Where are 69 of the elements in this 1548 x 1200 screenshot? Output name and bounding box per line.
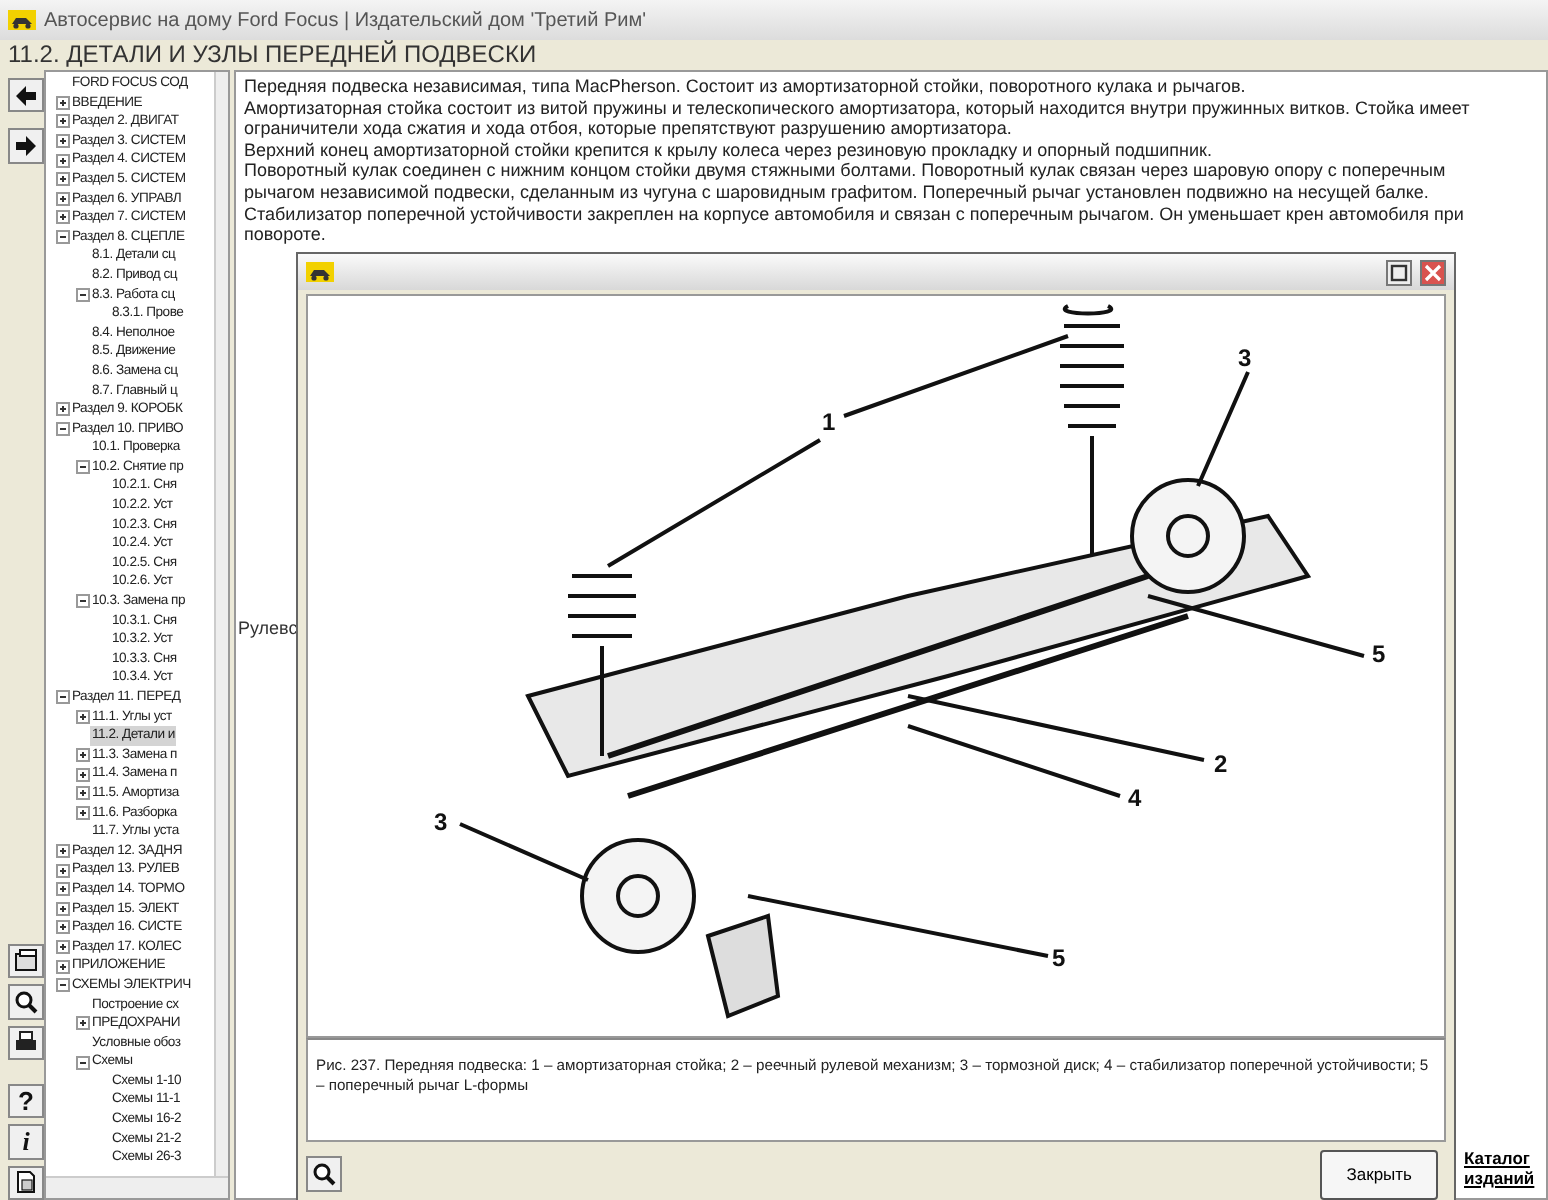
document-icon: [12, 1168, 40, 1197]
expand-toggle-icon[interactable]: [55, 114, 69, 129]
maximize-button[interactable]: [1386, 259, 1412, 285]
callout-number: 1: [822, 406, 836, 440]
expand-toggle-icon[interactable]: [75, 767, 89, 782]
paragraph: Верхний конец амортизаторной стойки крепится к крылу колеса через резиновую прокладку и опорный подшипник.: [244, 139, 1214, 161]
expand-toggle-icon[interactable]: [55, 402, 69, 417]
expand-toggle-icon[interactable]: [55, 95, 69, 110]
callout-number: 3: [1238, 342, 1252, 376]
search-button[interactable]: [8, 984, 44, 1019]
car-icon: [8, 10, 36, 30]
page-heading: 11.2. ДЕТАЛИ И УЗЛЫ ПЕРЕДНЕЙ ПОДВЕСКИ: [8, 40, 537, 68]
paragraph: Передняя подвеска независимая, типа MacPherson. Состоит из амортизаторной стойки, поворотного кулака и рычагов.: [244, 76, 1248, 98]
paragraph: Амортизаторная стойка состоит из витой пружины и телескопического амортизатора, который находится внутри пружинных витков. Стойка имеет ограничители хода сжатия и хода отбоя, которые препятствуют разрушению амортизатора.: [244, 97, 1472, 140]
expand-toggle-icon[interactable]: [55, 940, 69, 955]
expand-toggle-icon[interactable]: [55, 153, 69, 168]
close-button[interactable]: Закрыть: [1320, 1150, 1438, 1200]
expand-toggle-icon[interactable]: [55, 191, 69, 206]
collapse-toggle-icon[interactable]: [75, 460, 89, 475]
collapse-toggle-icon[interactable]: [55, 978, 69, 993]
paragraph: Поворотный кулак соединен с нижним концом стойки двумя стяжными болтами. Поворотный кулак связан через шаровую опору с поперечным рычагом независимой подвески, сделанным из чугуна с шаровидным графитом. Поперечный рычаг установлен подвижно на несущей балке.: [244, 160, 1448, 204]
search-icon: [310, 1160, 338, 1189]
car-icon: [306, 262, 334, 282]
collapse-toggle-icon[interactable]: [75, 1055, 89, 1070]
expand-toggle-icon[interactable]: [75, 1016, 89, 1031]
expand-toggle-icon[interactable]: [75, 748, 89, 763]
expand-toggle-icon[interactable]: [55, 844, 69, 859]
catalog-link[interactable]: Каталог изданий: [1464, 1148, 1540, 1188]
search-icon: [12, 987, 40, 1016]
maximize-icon: [1390, 263, 1408, 281]
vertical-scrollbar[interactable]: [214, 72, 228, 1176]
print-button[interactable]: [8, 1025, 44, 1060]
close-icon: [1424, 263, 1442, 281]
callout-number: 3: [434, 806, 448, 840]
expand-toggle-icon[interactable]: [75, 786, 89, 801]
horizontal-scrollbar[interactable]: [46, 1176, 228, 1198]
info-button[interactable]: i: [8, 1124, 44, 1160]
document-button[interactable]: [8, 1165, 44, 1200]
back-arrow-icon: [12, 81, 40, 110]
expand-toggle-icon[interactable]: [55, 901, 69, 916]
expand-toggle-icon[interactable]: [75, 805, 89, 820]
close-button[interactable]: [1420, 259, 1446, 285]
expand-toggle-icon[interactable]: [55, 882, 69, 897]
expand-toggle-icon[interactable]: [55, 959, 69, 974]
expand-toggle-icon[interactable]: [55, 863, 69, 878]
collapse-toggle-icon[interactable]: [55, 421, 69, 436]
collapse-toggle-icon[interactable]: [75, 594, 89, 609]
expand-toggle-icon[interactable]: [55, 210, 69, 225]
body-text: Рулевс: [238, 616, 298, 642]
forward-button[interactable]: [8, 128, 44, 164]
callout-number: 2: [1214, 748, 1228, 782]
callout-number: 4: [1128, 782, 1142, 816]
folder-icon: [12, 946, 40, 975]
collapse-toggle-icon[interactable]: [75, 287, 89, 302]
expand-toggle-icon[interactable]: [55, 134, 69, 149]
callout-number: 5: [1372, 638, 1386, 672]
help-button[interactable]: ?: [8, 1083, 44, 1119]
paragraph: Стабилизатор поперечной устойчивости закреплен на корпусе автомобиля и связан с поперечным рычагом. Он уменьшает крен автомобиля при повороте.: [244, 203, 1466, 246]
expand-toggle-icon[interactable]: [55, 920, 69, 935]
open-button[interactable]: [8, 943, 44, 979]
forward-arrow-icon: [12, 132, 40, 161]
callout-number: 5: [1052, 942, 1066, 976]
collapse-toggle-icon[interactable]: [55, 690, 69, 705]
collapse-toggle-icon[interactable]: [55, 230, 69, 245]
expand-toggle-icon[interactable]: [55, 172, 69, 187]
zoom-button[interactable]: [306, 1156, 342, 1193]
expand-toggle-icon[interactable]: [75, 709, 89, 724]
window-title: Автосервис на дому Ford Focus | Издательский дом 'Третий Рим': [44, 7, 647, 35]
back-button[interactable]: [8, 78, 44, 113]
